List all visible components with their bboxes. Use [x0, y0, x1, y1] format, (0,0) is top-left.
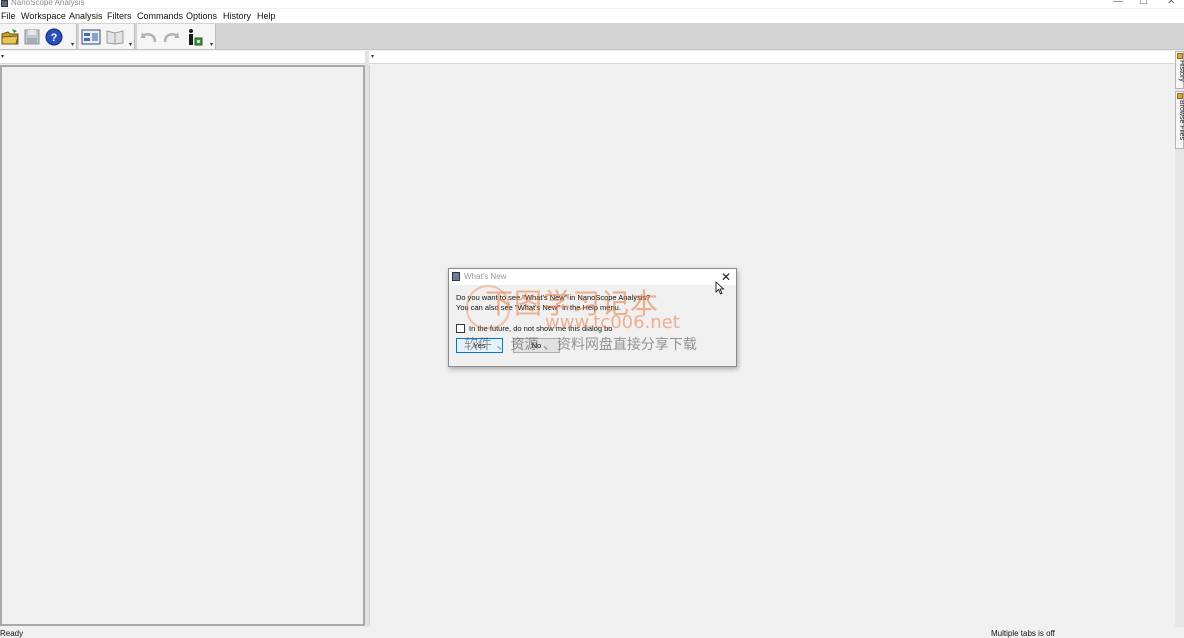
side-tab-strip: History Browse Files: [1175, 51, 1184, 628]
dialog-title: What's New: [464, 272, 507, 281]
right-pane-dropdown[interactable]: ▾: [371, 53, 374, 61]
menu-filters[interactable]: Filters: [107, 10, 132, 22]
window-title: NanoScope Analysis: [11, 0, 85, 7]
status-left-text: Ready: [0, 629, 24, 638]
save-disk-icon[interactable]: [22, 27, 42, 47]
whats-new-dialog: What's New ✕ Do you want to see "What's …: [448, 268, 737, 367]
dont-show-again-label[interactable]: In the future, do not show me this dialo…: [469, 324, 612, 333]
toolbar-group-edit: ▾: [137, 24, 216, 49]
menu-commands[interactable]: Commands: [137, 10, 183, 22]
side-tab-history-label: History: [1178, 60, 1184, 82]
toolbar-overflow-1[interactable]: ▾: [71, 42, 76, 48]
left-pane-dropdown[interactable]: ▾: [1, 53, 4, 61]
toolbar-overflow-2[interactable]: ▾: [129, 42, 134, 48]
redo-icon[interactable]: [161, 27, 181, 47]
app-icon: [1, 0, 8, 7]
toolbar-group-file: ? ▾: [0, 24, 77, 49]
browse-files-icon: [1177, 93, 1183, 99]
side-tab-browse-files[interactable]: Browse Files: [1175, 91, 1184, 149]
yes-button[interactable]: Yes: [456, 338, 503, 353]
menu-workspace[interactable]: Workspace: [21, 10, 66, 22]
dialog-close-button[interactable]: ✕: [721, 270, 731, 284]
dialog-title-bar: What's New ✕: [449, 269, 736, 285]
right-pane-header: ▾: [369, 51, 1175, 64]
open-folder-icon[interactable]: [0, 27, 20, 47]
undo-icon[interactable]: [139, 27, 159, 47]
status-right-text: Multiple tabs is off: [991, 629, 1055, 638]
no-button[interactable]: No: [513, 338, 560, 353]
side-tab-history[interactable]: History: [1175, 51, 1184, 89]
dont-show-again-checkbox[interactable]: [456, 324, 465, 333]
menu-bar: File Workspace Analysis Filters Commands…: [0, 9, 1184, 23]
menu-help[interactable]: Help: [257, 10, 276, 22]
toolbar-group-view: ▾: [79, 24, 135, 49]
history-icon: [1177, 53, 1183, 59]
menu-file[interactable]: File: [1, 10, 16, 22]
left-pane[interactable]: [0, 65, 365, 626]
left-pane-header: ▾: [0, 51, 365, 64]
dialog-message: Do you want to see "What's New" in NanoS…: [456, 293, 651, 312]
side-tab-browse-files-label: Browse Files: [1178, 100, 1184, 141]
maximize-button[interactable]: ☐: [1139, 0, 1148, 7]
dialog-app-icon: [452, 272, 460, 281]
minimize-button[interactable]: —: [1113, 0, 1123, 7]
menu-history[interactable]: History: [223, 10, 251, 22]
close-window-button[interactable]: ✕: [1167, 0, 1175, 7]
info-tool-icon[interactable]: [184, 27, 204, 47]
menu-analysis[interactable]: Analysis: [69, 10, 103, 22]
title-bar: NanoScope Analysis — ☐ ✕: [0, 0, 1184, 8]
help-icon[interactable]: ?: [44, 27, 64, 47]
svg-text:?: ?: [51, 32, 58, 44]
menu-options[interactable]: Options: [186, 10, 217, 22]
toolbar: ? ▾ ▾ ▾: [0, 23, 1184, 50]
status-bar: Ready Multiple tabs is off: [0, 627, 1184, 638]
book-icon[interactable]: [105, 27, 125, 47]
toolbar-overflow-3[interactable]: ▾: [210, 42, 215, 48]
view-layout-icon[interactable]: [81, 27, 101, 47]
